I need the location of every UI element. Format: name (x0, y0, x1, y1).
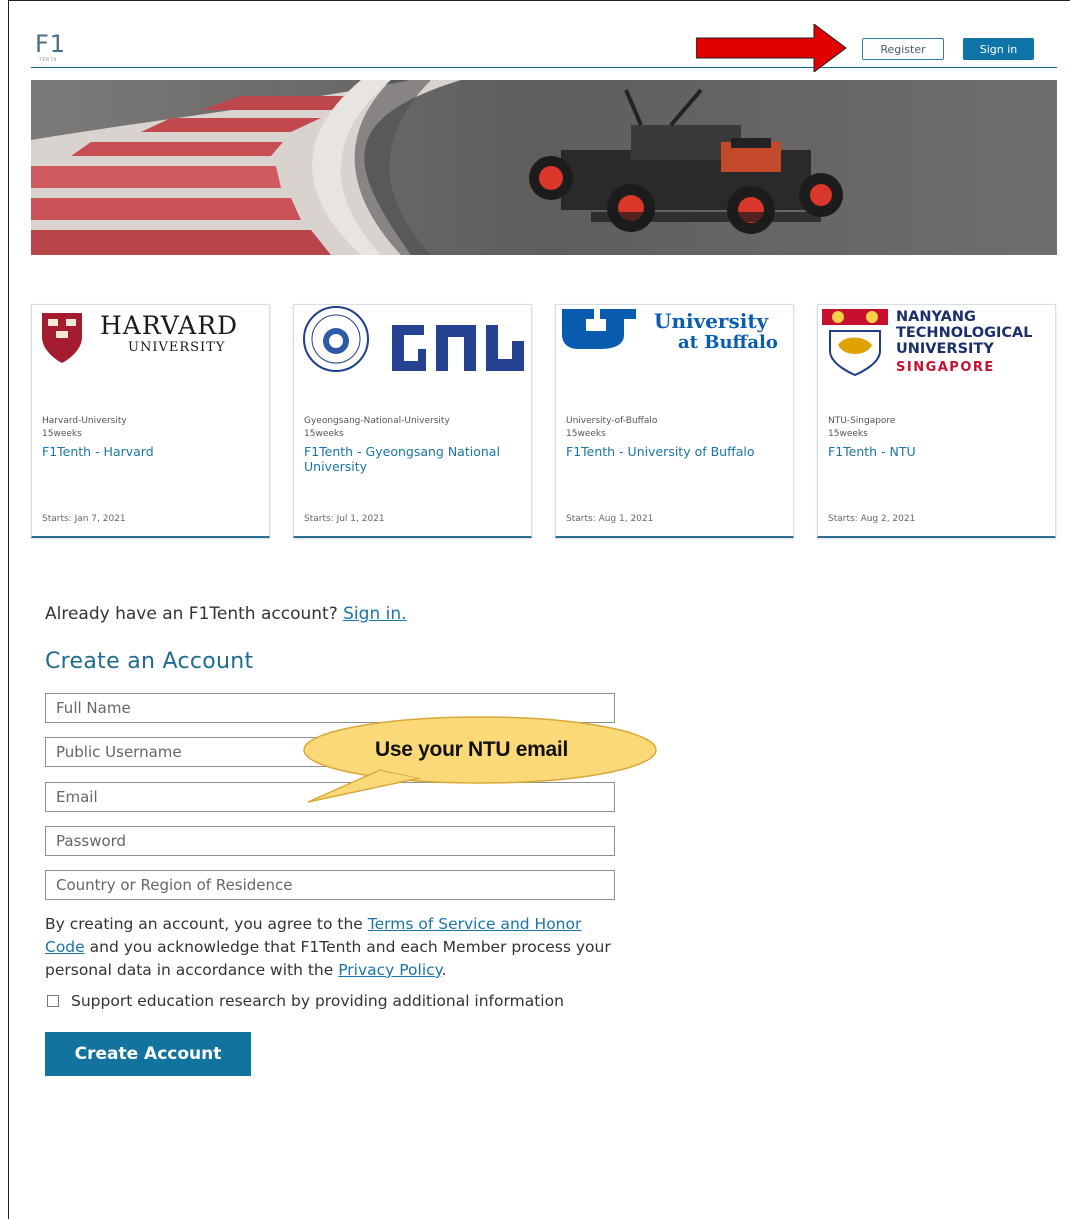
ntu-logo: NANYANG TECHNOLOGICAL UNIVERSITY SINGAPO… (818, 305, 1055, 397)
support-research-checkbox[interactable] (47, 995, 59, 1007)
course-duration: 15weeks (304, 429, 344, 439)
support-research-label: Support education research by providing … (71, 992, 564, 1010)
course-start-date: Starts: Jan 7, 2021 (42, 514, 126, 524)
already-have-account: Already have an F1Tenth account? Sign in… (45, 604, 407, 624)
race-car-track-illustration (31, 80, 1057, 255)
course-card-ntu[interactable]: NANYANG TECHNOLOGICAL UNIVERSITY SINGAPO… (817, 304, 1056, 538)
harvard-logo-text: HARVARD (100, 311, 238, 340)
course-title[interactable]: F1Tenth - Gyeongsang National University (304, 444, 524, 474)
course-duration: 15weeks (828, 429, 868, 439)
course-org: Harvard-University (42, 416, 127, 426)
logo-subtext: TENTH (39, 57, 58, 62)
create-account-title: Create an Account (45, 649, 254, 674)
create-account-button[interactable]: Create Account (45, 1032, 251, 1076)
course-duration: 15weeks (42, 429, 82, 439)
terms-suffix: . (441, 961, 447, 979)
f1tenth-logo[interactable]: F1 TENTH (35, 32, 75, 66)
ntu-logo-subtext-3: SINGAPORE (896, 360, 995, 375)
course-duration: 15weeks (566, 429, 606, 439)
terms-middle: and you acknowledge that F1Tenth and eac… (45, 938, 611, 979)
course-card-gnu[interactable]: Gyeongsang-National-University 15weeks F… (293, 304, 532, 538)
gnu-logo (294, 305, 531, 397)
course-card-buffalo[interactable]: University at Buffalo University-of-Buff… (555, 304, 794, 538)
red-arrow-icon (696, 24, 847, 72)
site-header: F1 TENTH Register Sign in (31, 24, 1057, 72)
course-card-harvard[interactable]: HARVARD UNIVERSITY Harvard-University 15… (31, 304, 270, 538)
buffalo-logo-subtext: at Buffalo (678, 332, 778, 353)
terms-text: By creating an account, you agree to the… (45, 913, 625, 982)
course-org: University-of-Buffalo (566, 416, 658, 426)
country-input[interactable] (45, 870, 615, 900)
harvard-logo-subtext: UNIVERSITY (128, 340, 225, 355)
course-title[interactable]: F1Tenth - University of Buffalo (566, 444, 786, 459)
ntu-logo-subtext-2: UNIVERSITY (896, 341, 994, 357)
password-input[interactable] (45, 826, 615, 856)
already-text: Already have an F1Tenth account? (45, 604, 338, 624)
course-org: Gyeongsang-National-University (304, 416, 450, 426)
buffalo-logo: University at Buffalo (556, 305, 793, 397)
course-org: NTU-Singapore (828, 416, 896, 426)
buffalo-logo-text: University (654, 309, 770, 333)
support-research-row[interactable]: Support education research by providing … (45, 992, 564, 1010)
signin-button[interactable]: Sign in (963, 38, 1034, 60)
signin-link[interactable]: Sign in. (343, 604, 406, 624)
hero-image (31, 80, 1057, 255)
course-start-date: Starts: Aug 2, 2021 (828, 514, 916, 524)
privacy-link[interactable]: Privacy Policy (338, 961, 441, 979)
course-start-date: Starts: Jul 1, 2021 (304, 514, 385, 524)
register-button[interactable]: Register (862, 38, 944, 60)
course-title[interactable]: F1Tenth - NTU (828, 444, 1048, 459)
ntu-logo-text: NANYANG (896, 309, 976, 325)
callout-text: Use your NTU email (375, 738, 568, 761)
course-title[interactable]: F1Tenth - Harvard (42, 444, 262, 459)
ntu-logo-subtext: TECHNOLOGICAL (896, 325, 1032, 341)
logo-mark: F1 (35, 30, 67, 58)
course-start-date: Starts: Aug 1, 2021 (566, 514, 654, 524)
harvard-logo: HARVARD UNIVERSITY (32, 305, 269, 397)
terms-prefix: By creating an account, you agree to the (45, 915, 363, 933)
